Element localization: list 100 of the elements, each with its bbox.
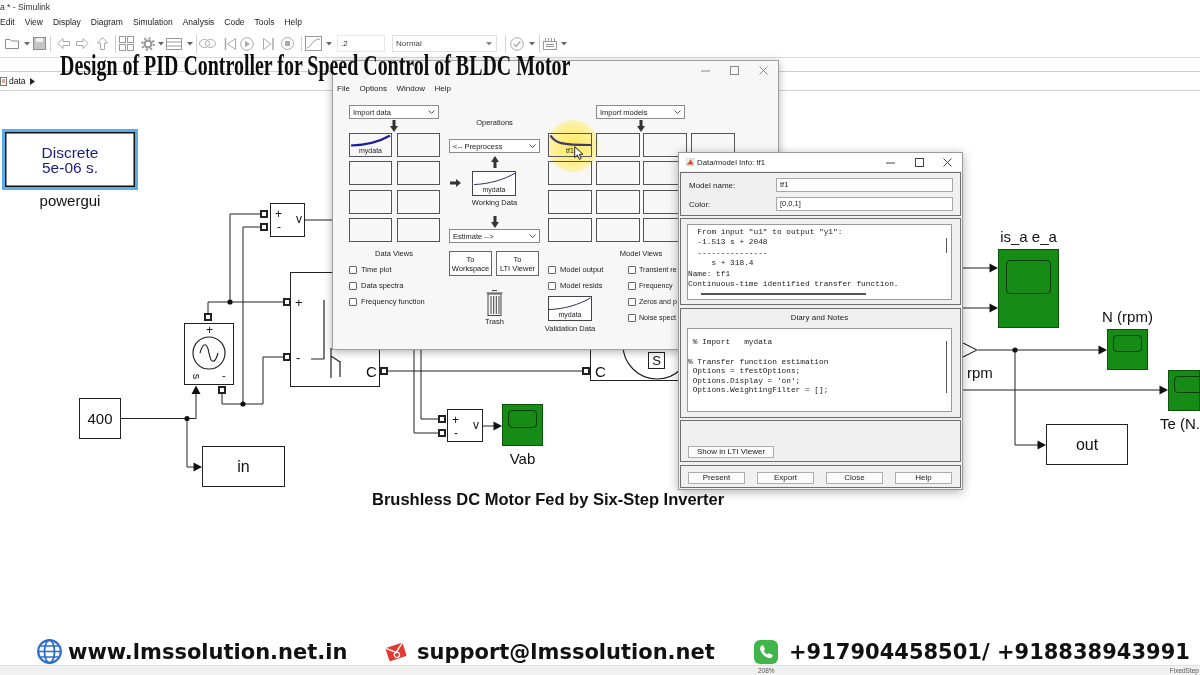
dialog-button[interactable]: Export xyxy=(757,472,814,484)
up-arrow-icon xyxy=(490,155,499,168)
port-icon xyxy=(204,313,212,321)
menu-item[interactable]: Help xyxy=(284,17,302,27)
data-slot[interactable] xyxy=(349,217,392,242)
port-label: + xyxy=(206,325,213,336)
model-slot[interactable] xyxy=(595,161,640,186)
output-block: in xyxy=(202,446,285,487)
constant-block: 400 xyxy=(79,398,121,439)
maximize-icon[interactable] xyxy=(914,157,924,167)
menu-item[interactable]: Tools xyxy=(254,17,275,27)
checkbox-icon[interactable] xyxy=(628,297,636,306)
model-slot[interactable] xyxy=(548,189,592,214)
library-grid-icon[interactable] xyxy=(119,36,134,51)
down-arrow-icon xyxy=(490,216,499,228)
scrollbar[interactable] xyxy=(945,238,947,253)
checkbox-icon[interactable] xyxy=(628,265,636,274)
menu-item[interactable]: Diagram xyxy=(90,17,123,27)
data-slot[interactable] xyxy=(397,133,440,157)
port-label: C xyxy=(366,364,377,379)
menu-item[interactable]: File xyxy=(337,83,350,93)
menu-item[interactable]: Analysis xyxy=(182,17,215,27)
port-label: + xyxy=(295,296,303,309)
menu-item[interactable]: Help xyxy=(434,83,451,93)
mouse-pointer-icon xyxy=(574,146,584,160)
model-slot[interactable] xyxy=(548,161,592,186)
block-text: 5e-06 s. xyxy=(42,159,98,175)
curve-icon xyxy=(549,297,591,311)
port-label: S xyxy=(648,352,665,369)
block-label: powergui xyxy=(39,193,101,209)
curve-icon xyxy=(549,134,591,147)
board-icon[interactable] xyxy=(543,37,557,50)
video-title: Design of PID Controller for Speed Control of BLDC Motor xyxy=(60,50,571,80)
settings-icon[interactable] xyxy=(141,36,155,51)
port-label: - xyxy=(222,370,226,381)
port-label: + xyxy=(275,208,282,220)
menu-item[interactable]: Window xyxy=(396,83,425,93)
checkbox-icon[interactable] xyxy=(628,281,636,290)
port-label: v xyxy=(473,419,479,431)
folder-icon[interactable] xyxy=(5,38,19,49)
caret-icon[interactable] xyxy=(674,110,681,114)
menu-item[interactable]: Edit xyxy=(0,17,15,27)
trash-icon[interactable] xyxy=(486,289,503,316)
checkbox-icon[interactable] xyxy=(548,281,556,290)
diagram-caption: Brushless DC Motor Fed by Six-Step Inverter xyxy=(372,490,725,508)
caret-icon[interactable] xyxy=(529,234,536,238)
scrollbar[interactable] xyxy=(701,293,866,295)
caret-icon[interactable] xyxy=(428,110,435,114)
model-slot[interactable] xyxy=(548,217,592,242)
menu-item[interactable]: Display xyxy=(52,17,81,27)
breadcrumb-item[interactable]: data xyxy=(9,76,26,86)
field-label: Color: xyxy=(689,199,712,209)
scrollbar[interactable] xyxy=(945,341,947,393)
save-icon[interactable] xyxy=(33,37,46,50)
show-in-viewer-button[interactable]: Show in LTI Viewer xyxy=(688,446,774,458)
table-icon[interactable] xyxy=(166,37,182,50)
sine-wave-icon xyxy=(192,336,226,370)
caret-icon[interactable] xyxy=(529,144,536,148)
close-icon[interactable] xyxy=(943,157,952,167)
port-label: + xyxy=(452,414,459,426)
caret-icon[interactable] xyxy=(29,77,35,85)
block-label: Vab xyxy=(509,451,536,467)
port-label: - xyxy=(277,221,281,233)
right-arrow-icon xyxy=(450,179,461,187)
model-slot[interactable] xyxy=(595,133,640,157)
menu-item[interactable]: View xyxy=(24,17,43,27)
data-slot[interactable] xyxy=(349,189,392,214)
block-text: Discrete xyxy=(41,144,99,160)
junction-dot xyxy=(184,415,190,422)
output-block: out xyxy=(1046,424,1128,465)
port-chevron-icon xyxy=(962,342,978,358)
menu-item[interactable]: Options xyxy=(359,83,387,93)
model-slot[interactable] xyxy=(595,217,640,242)
checkbox-icon[interactable] xyxy=(548,265,556,274)
checkbox-icon[interactable] xyxy=(349,297,357,306)
menu-item[interactable]: Code xyxy=(224,17,245,27)
scope-block xyxy=(1107,329,1148,370)
dialog-button[interactable]: Help xyxy=(895,472,952,484)
port-label: v xyxy=(296,213,302,225)
data-slot[interactable] xyxy=(397,189,440,214)
field-label: Model name: xyxy=(689,180,737,190)
email-text: support@lmssolution.net xyxy=(417,639,715,664)
check-icon[interactable] xyxy=(510,36,524,51)
block-label: rpm xyxy=(967,365,993,381)
port-label: - xyxy=(296,351,301,364)
simulation-mode-dropdown[interactable]: Normal xyxy=(392,35,497,52)
cursor-highlight xyxy=(547,120,599,172)
dialog-button[interactable]: Close xyxy=(826,472,883,484)
data-slot[interactable] xyxy=(349,161,392,186)
checkbox-icon[interactable] xyxy=(628,313,636,322)
checkbox-icon[interactable] xyxy=(349,281,357,290)
checkbox-icon[interactable] xyxy=(349,265,357,274)
chart-icon[interactable] xyxy=(305,36,322,51)
menu-item[interactable]: Simulation xyxy=(132,17,173,27)
dialog-button[interactable]: Present xyxy=(688,472,745,484)
model-slot[interactable] xyxy=(595,189,640,214)
data-slot[interactable] xyxy=(397,217,440,242)
stop-time-field[interactable]: .2 xyxy=(337,35,385,52)
data-slot[interactable] xyxy=(397,161,440,186)
window-title: a * - Simulink xyxy=(0,2,51,12)
